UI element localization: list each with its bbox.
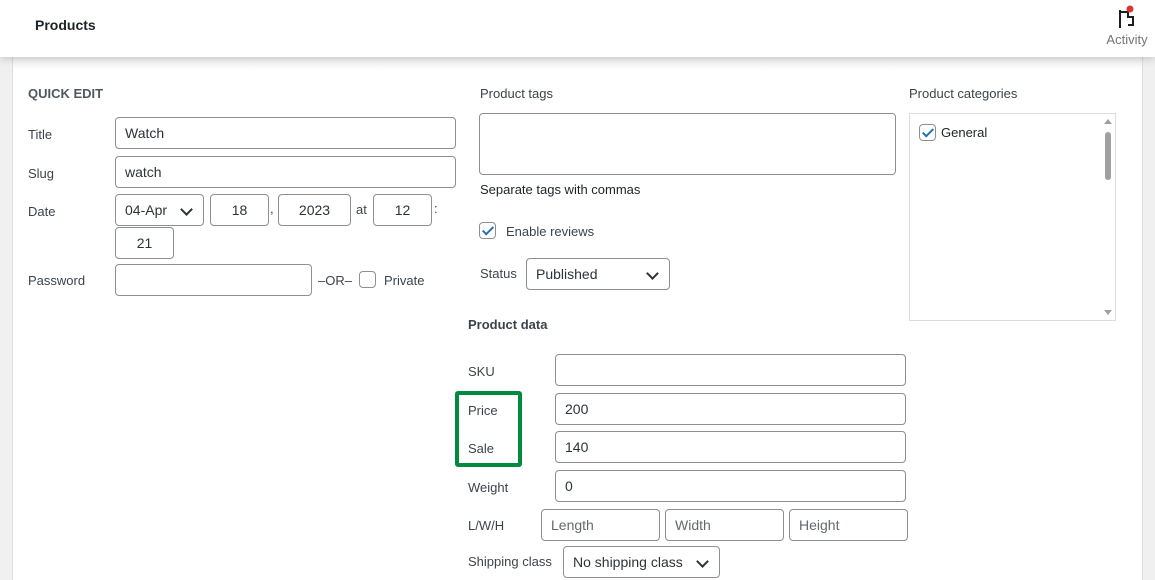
- title-input[interactable]: Watch: [115, 117, 456, 149]
- private-checkbox[interactable]: [359, 271, 376, 288]
- categories-label: Product categories: [909, 86, 1018, 101]
- panel-shade: [13, 57, 1142, 71]
- scroll-thumb[interactable]: [1105, 132, 1111, 180]
- quick-edit-heading: QUICK EDIT: [28, 86, 104, 101]
- slug-input[interactable]: watch: [115, 156, 456, 188]
- enable-reviews-label: Enable reviews: [506, 224, 595, 239]
- activity-button[interactable]: Activity: [1102, 4, 1152, 47]
- price-input[interactable]: 200: [555, 393, 906, 425]
- status-label: Status: [480, 266, 517, 281]
- status-value: Published: [536, 266, 598, 282]
- enable-reviews-checkbox[interactable]: [479, 222, 496, 239]
- shipping-select[interactable]: No shipping class: [563, 546, 720, 578]
- minute-input[interactable]: 21: [115, 227, 174, 259]
- price-label: Price: [468, 403, 498, 418]
- password-input[interactable]: [115, 264, 312, 296]
- dims-label: L/W/H: [468, 518, 505, 533]
- hour-input[interactable]: 12: [373, 194, 432, 226]
- tags-label: Product tags: [480, 86, 553, 101]
- sku-label: SKU: [468, 364, 495, 379]
- sku-input[interactable]: [555, 354, 906, 386]
- category-label-general: General: [941, 125, 988, 140]
- date-label: Date: [28, 204, 56, 219]
- password-label: Password: [28, 273, 86, 288]
- day-separator: ,: [270, 201, 274, 216]
- private-label: Private: [384, 273, 425, 288]
- category-checkbox-general[interactable]: [919, 124, 936, 141]
- width-input[interactable]: Width: [665, 509, 784, 541]
- year-input[interactable]: 2023: [278, 194, 351, 226]
- categories-scrollbar[interactable]: [1101, 114, 1115, 320]
- at-label: at: [356, 202, 367, 217]
- sale-input[interactable]: 140: [555, 431, 906, 463]
- categories-list: General: [909, 113, 1116, 321]
- height-input[interactable]: Height: [789, 509, 908, 541]
- top-bar: Products Activity: [0, 0, 1155, 57]
- time-separator: :: [434, 201, 438, 216]
- product-data-heading: Product data: [468, 317, 548, 332]
- or-label: –OR–: [318, 273, 352, 288]
- tags-hint: Separate tags with commas: [480, 182, 641, 197]
- month-value: 04-Apr: [125, 202, 168, 218]
- scroll-down-icon[interactable]: [1104, 310, 1112, 315]
- shipping-value: No shipping class: [573, 554, 683, 570]
- flag-icon: [1119, 5, 1134, 28]
- scroll-up-icon[interactable]: [1104, 119, 1112, 124]
- month-select[interactable]: 04-Apr: [115, 194, 204, 226]
- slug-label: Slug: [28, 166, 55, 181]
- weight-input[interactable]: 0: [555, 470, 906, 502]
- page-title: Products: [35, 17, 96, 33]
- length-input[interactable]: Length: [541, 509, 660, 541]
- tags-textarea[interactable]: [479, 113, 896, 175]
- status-select[interactable]: Published: [526, 258, 670, 290]
- day-input[interactable]: 18: [210, 194, 269, 226]
- weight-label: Weight: [468, 480, 509, 495]
- shipping-label: Shipping class: [468, 554, 552, 569]
- activity-label: Activity: [1106, 32, 1148, 47]
- sale-label: Sale: [468, 441, 495, 456]
- title-label: Title: [28, 127, 53, 142]
